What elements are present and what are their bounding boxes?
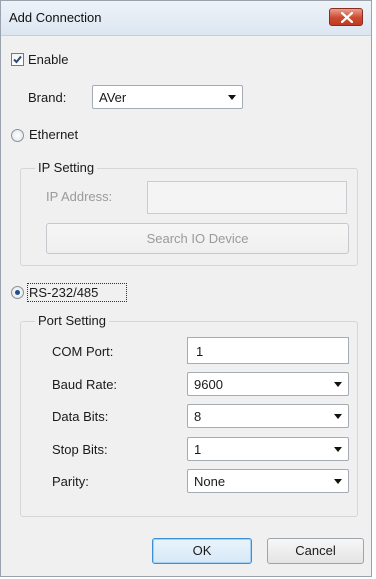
stop-bits-value: 1 <box>194 442 202 457</box>
parity-label: Parity: <box>52 474 89 489</box>
com-port-label: COM Port: <box>52 344 114 359</box>
ok-button[interactable]: OK <box>152 538 252 564</box>
enable-checkbox[interactable] <box>11 53 24 66</box>
window-title: Add Connection <box>9 10 102 25</box>
title-bar: Add Connection <box>1 1 371 36</box>
chevron-down-icon <box>334 382 342 387</box>
baud-rate-label: Baud Rate: <box>52 377 118 392</box>
brand-value: AVer <box>99 90 127 105</box>
chevron-down-icon <box>334 447 342 452</box>
ethernet-radio[interactable] <box>11 129 24 142</box>
com-port-value: 1 <box>196 344 204 359</box>
checkmark-icon <box>13 55 22 64</box>
chevron-down-icon <box>228 95 236 100</box>
ethernet-label: Ethernet <box>29 127 79 142</box>
baud-rate-value: 9600 <box>194 377 223 392</box>
ip-address-label: IP Address: <box>46 189 113 204</box>
stop-bits-label: Stop Bits: <box>52 442 108 457</box>
parity-select[interactable]: None <box>187 469 349 493</box>
data-bits-select[interactable]: 8 <box>187 404 349 428</box>
data-bits-label: Data Bits: <box>52 409 109 424</box>
ip-address-input[interactable] <box>147 181 347 214</box>
data-bits-value: 8 <box>194 409 202 424</box>
port-setting-title: Port Setting <box>35 313 109 328</box>
parity-value: None <box>194 474 226 489</box>
cancel-button[interactable]: Cancel <box>267 538 364 564</box>
brand-label: Brand: <box>28 90 67 105</box>
search-io-device-button[interactable]: Search IO Device <box>46 223 349 254</box>
baud-rate-select[interactable]: 9600 <box>187 372 349 396</box>
chevron-down-icon <box>334 479 342 484</box>
com-port-input[interactable]: 1 <box>187 337 349 364</box>
rs232-485-radio[interactable] <box>11 286 24 299</box>
enable-label: Enable <box>28 52 69 67</box>
brand-select[interactable]: AVer <box>92 85 243 109</box>
rs232-485-label: RS-232/485 <box>29 285 99 300</box>
stop-bits-select[interactable]: 1 <box>187 437 349 461</box>
add-connection-dialog: Add Connection Enable Brand: AVer Ethern… <box>0 0 372 577</box>
close-button[interactable] <box>329 8 363 26</box>
chevron-down-icon <box>334 414 342 419</box>
close-icon <box>341 12 353 23</box>
ip-setting-title: IP Setting <box>35 160 98 175</box>
